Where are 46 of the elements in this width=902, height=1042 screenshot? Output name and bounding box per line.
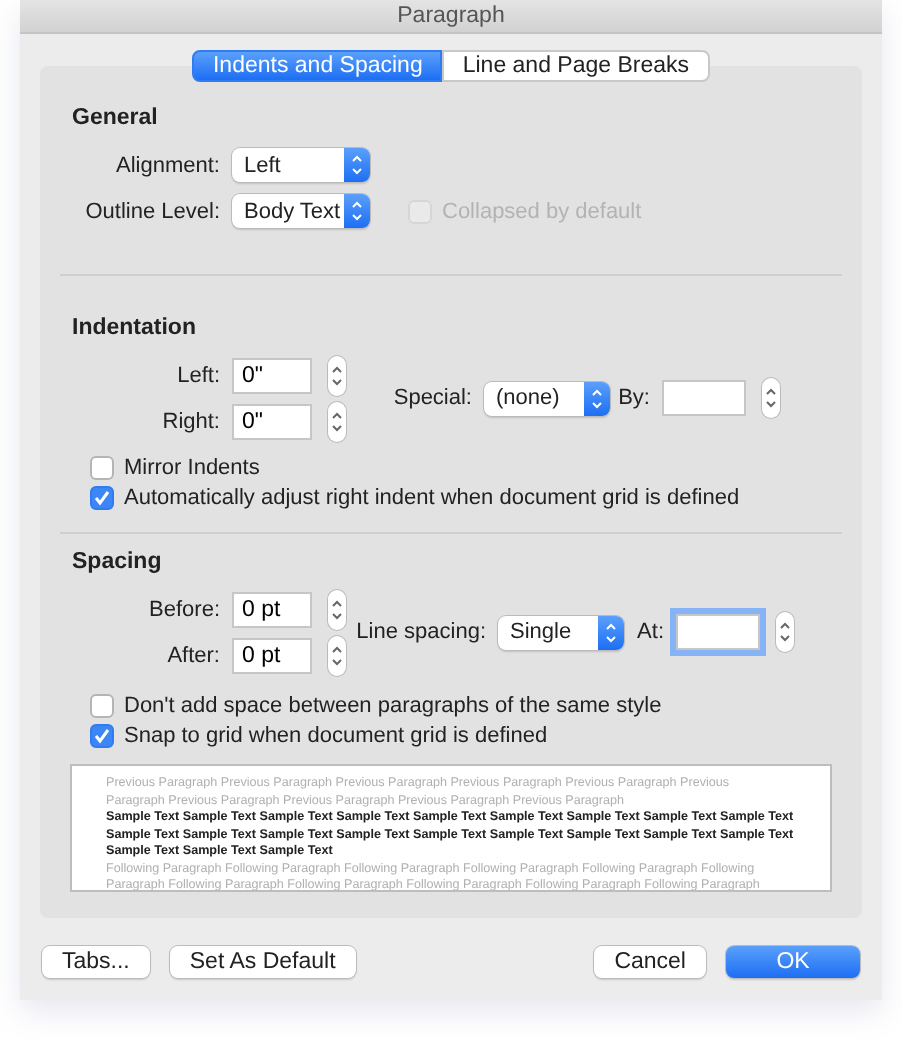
section-heading: General [70, 106, 160, 130]
checkbox-label: Don't add space between paragraphs of the same style [124, 693, 662, 717]
field-label: Right: [160, 409, 220, 433]
input-field[interactable]: 0 pt [232, 591, 312, 627]
up-down-arrows-icon [344, 194, 370, 228]
field-label: Left: [175, 363, 220, 387]
stepper[interactable] [328, 355, 346, 395]
dropdown[interactable]: Left [232, 148, 370, 182]
dropdown[interactable]: (none) [484, 381, 610, 415]
section-heading: Indentation [70, 316, 198, 340]
section-heading: Spacing [70, 550, 164, 574]
input-field[interactable]: 0" [232, 357, 312, 393]
field-label: Before: [147, 597, 220, 621]
up-down-arrows-icon [584, 381, 610, 415]
input-field[interactable] [662, 380, 746, 416]
field-label: Outline Level: [83, 199, 220, 223]
field-label: Special: [391, 386, 472, 410]
dropdown[interactable]: Single [498, 615, 624, 649]
button[interactable]: Tabs... [42, 946, 150, 978]
checkbox[interactable] [90, 485, 114, 509]
input-field[interactable] [676, 614, 760, 650]
stepper[interactable] [762, 378, 780, 418]
checkbox-label: Snap to grid when document grid is defined [124, 723, 548, 747]
field-label: Alignment: [114, 153, 220, 177]
field-label: Line spacing: [354, 620, 486, 644]
input-field[interactable]: 0" [232, 403, 312, 439]
tab[interactable]: Line and Page Breaks [442, 50, 710, 82]
checkbox-label: Mirror Indents [124, 455, 260, 479]
stepper[interactable] [776, 612, 794, 652]
checkbox-label: Automatically adjust right indent when document grid is defined [124, 485, 740, 509]
stepper[interactable] [328, 401, 346, 441]
window-title: Paragraph [20, 0, 882, 34]
up-down-arrows-icon [344, 148, 370, 182]
dropdown[interactable]: Body Text [232, 194, 370, 228]
stepper[interactable] [328, 589, 346, 629]
field-label: After: [165, 643, 220, 667]
input-field[interactable]: 0 pt [232, 637, 312, 673]
button[interactable]: Set As Default [169, 946, 356, 978]
field-label: At: [635, 620, 664, 644]
field-label: By: [616, 386, 650, 410]
button[interactable]: Cancel [594, 946, 706, 978]
stepper[interactable] [328, 635, 346, 675]
checkbox[interactable] [90, 455, 114, 479]
checkbox[interactable] [90, 723, 114, 747]
up-down-arrows-icon [598, 615, 624, 649]
checkbox[interactable] [90, 693, 114, 717]
